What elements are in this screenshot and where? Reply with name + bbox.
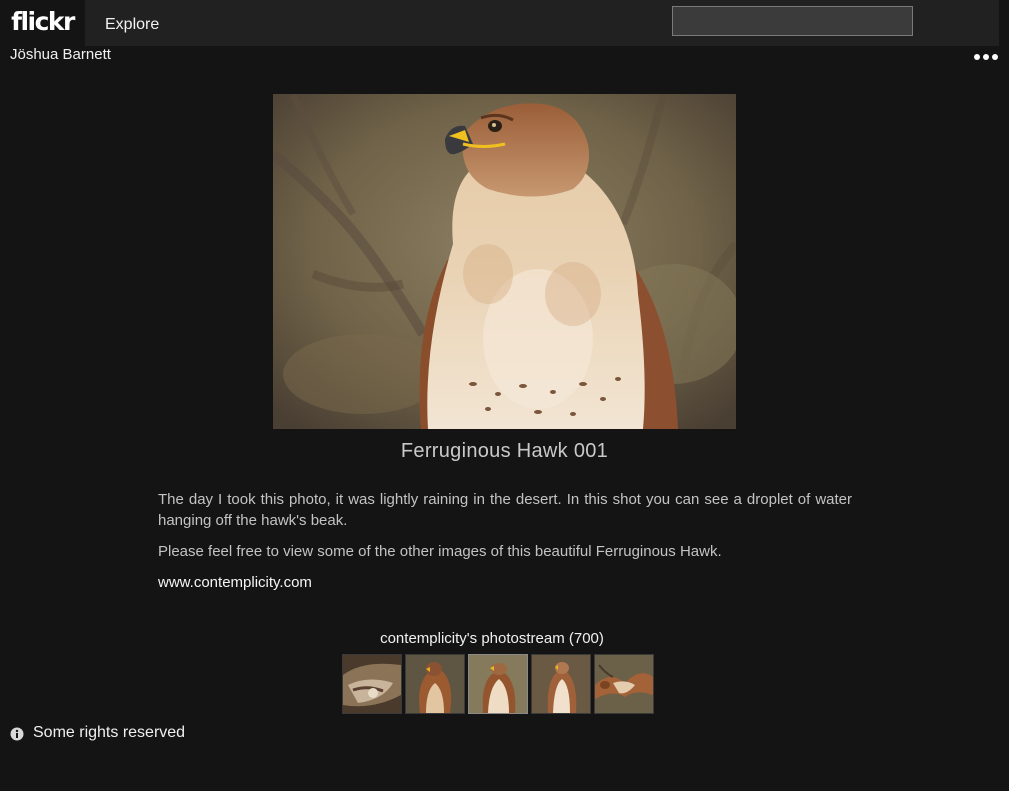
thumbnail-image [343,655,401,713]
license-label: Some rights reserved [33,724,186,741]
website-link[interactable]: www.contemplicity.com [158,572,312,593]
thumbnail-image [406,655,464,713]
thumbnail-image [469,655,527,713]
thumbnail-image [595,655,653,713]
flickr-logo[interactable]: flickr [0,0,85,46]
photostream-thumbnail-current[interactable] [468,654,528,714]
hawk-photo-image [273,94,736,429]
main-photo[interactable] [273,94,736,429]
description-paragraph: Please feel free to view some of the oth… [158,543,722,560]
more-dot [992,54,998,60]
more-options-icon[interactable] [974,52,998,62]
photostream-thumbnail[interactable] [405,654,465,714]
photo-owner-name[interactable]: Jöshua Barnett [10,46,111,63]
info-icon [10,727,24,741]
more-dot [983,54,989,60]
photostream-thumbnail[interactable] [531,654,591,714]
license-info[interactable]: Some rights reserved [10,724,185,742]
search-input[interactable] [672,6,913,36]
photostream-thumbnail[interactable] [342,654,402,714]
nav-explore-link[interactable]: Explore [105,16,159,34]
description-paragraph: The day I took this photo, it was lightl… [158,491,852,529]
thumbnail-image [532,655,590,713]
more-dot [974,54,980,60]
photostream-link[interactable]: contemplicity's photostream (700) [0,630,984,647]
photostream-thumbnails [342,654,657,714]
photostream-thumbnail[interactable] [594,654,654,714]
photo-description: The day I took this photo, it was lightl… [158,489,852,593]
photo-title: Ferruginous Hawk 001 [400,440,609,462]
top-navigation-bar: flickr Explore [0,0,999,46]
